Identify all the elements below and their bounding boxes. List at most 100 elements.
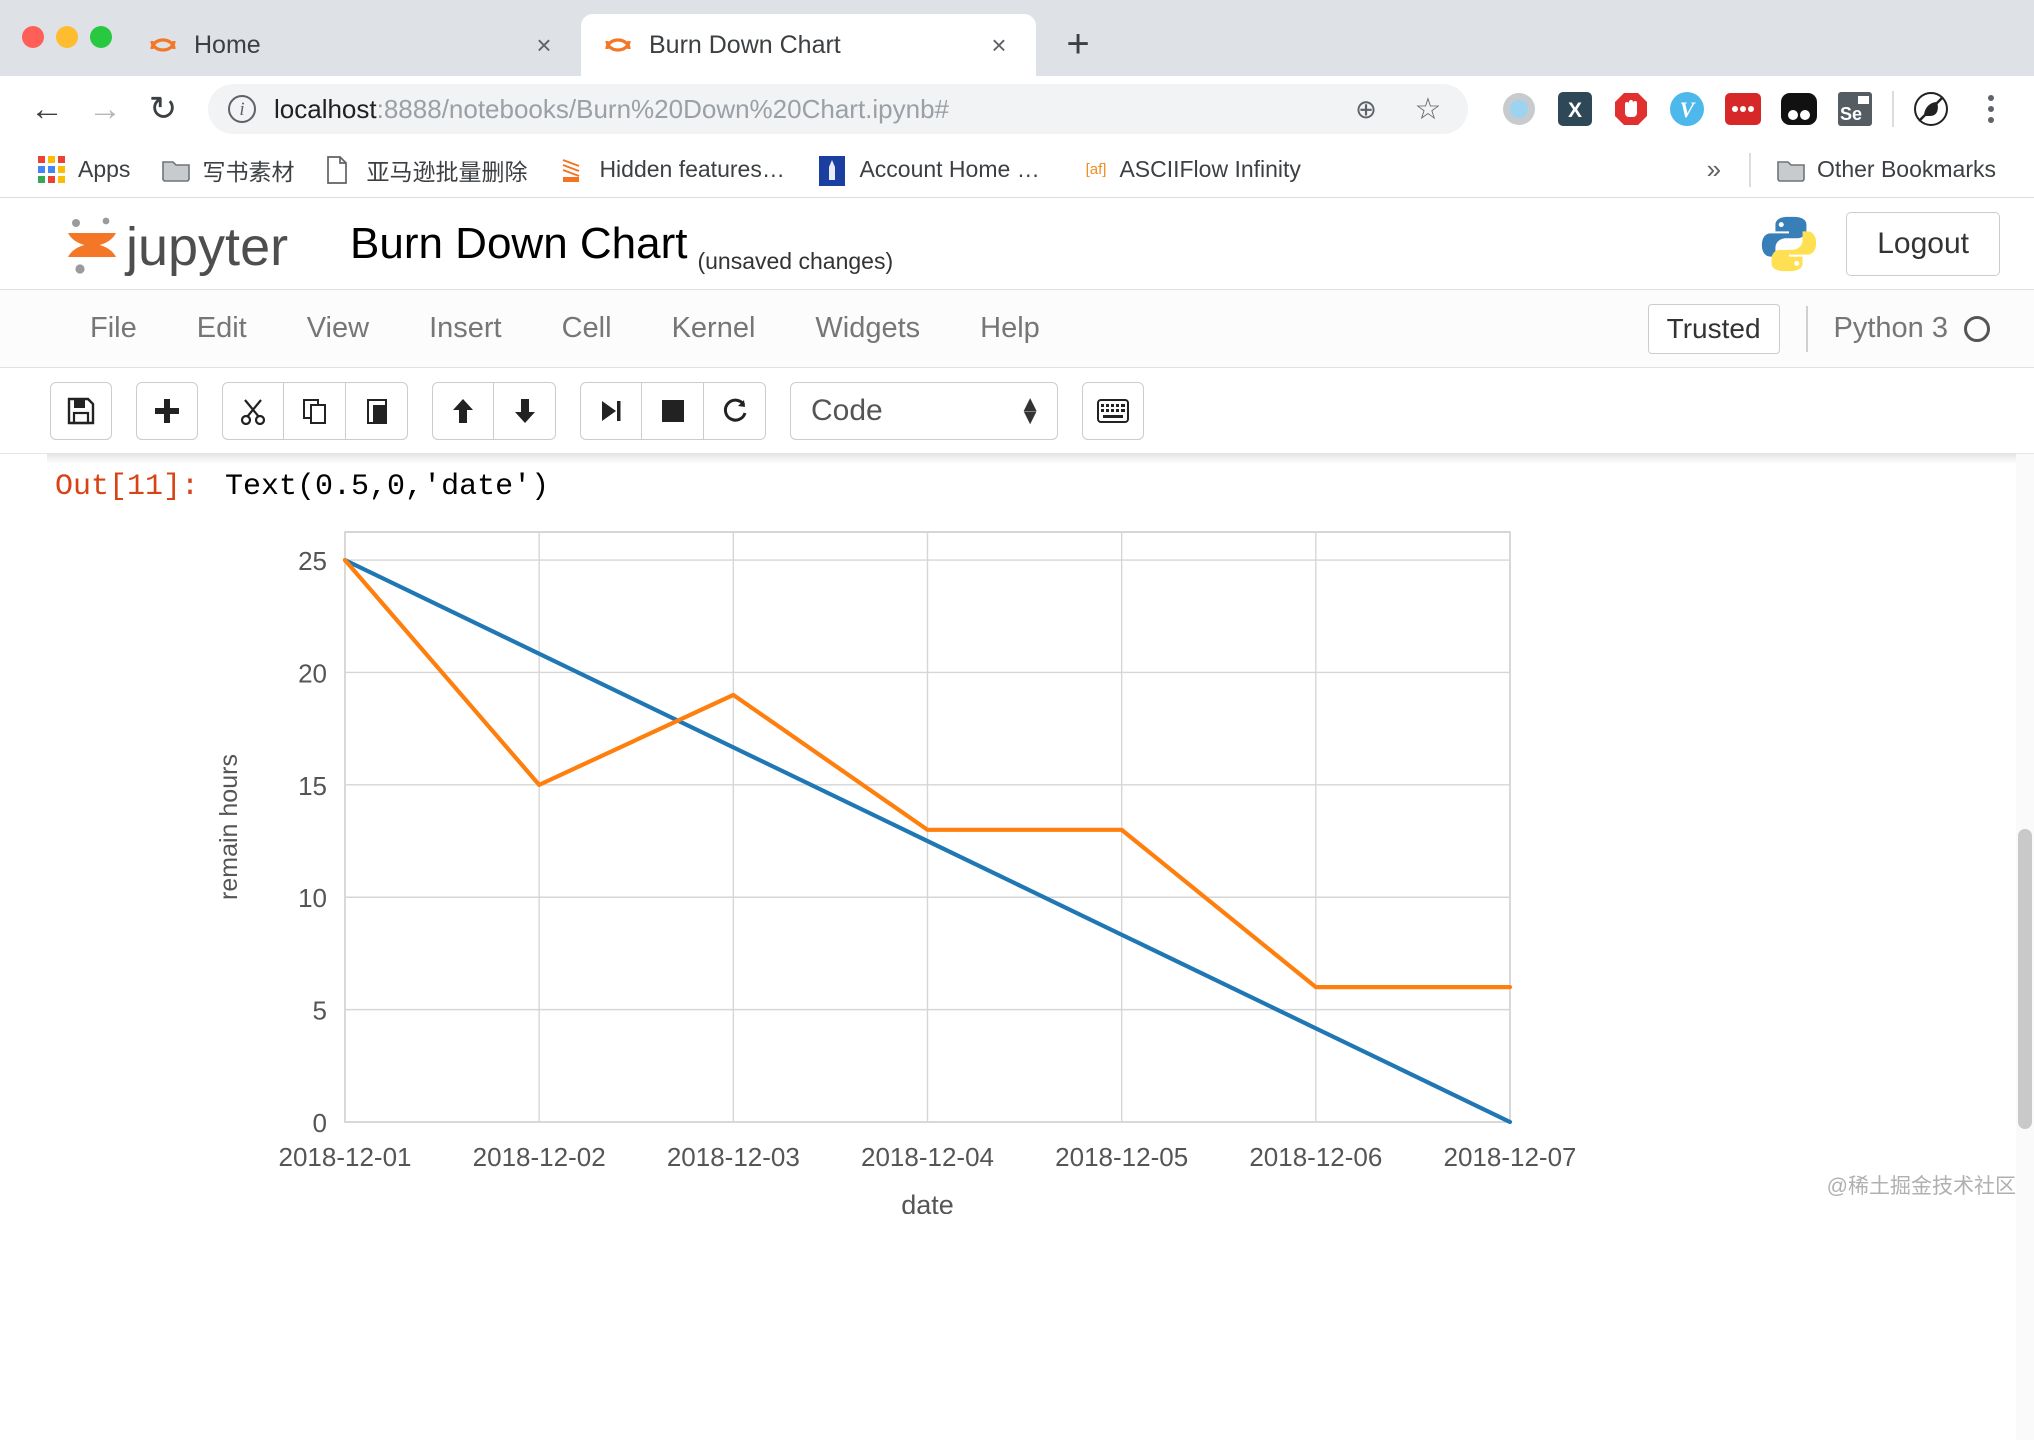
bookmark-asciiflow[interactable]: [af] ASCIIFlow Infinity [1063, 150, 1317, 190]
back-icon[interactable]: ← [20, 82, 74, 136]
bookmark-label: Apps [78, 156, 131, 182]
x-extension-icon[interactable]: X [1556, 90, 1594, 128]
adblock-hand-icon[interactable] [1612, 90, 1650, 128]
burn-down-chart: 0 5 10 15 20 25 2018-12-01 2018-12-02 2018-12-03… [55, 514, 2034, 1214]
menu-kernel[interactable]: Kernel [642, 312, 786, 345]
minimize-window-button[interactable] [56, 26, 78, 48]
other-bookmarks-label: Other Bookmarks [1817, 156, 1996, 182]
feather-extension-icon[interactable] [1912, 90, 1950, 128]
paste-cell-button[interactable] [346, 381, 408, 440]
menu-edit[interactable]: Edit [167, 312, 277, 345]
folder-icon [1777, 156, 1805, 184]
x-tick-label: 2018-12-07 [1444, 1142, 1576, 1172]
chevron-updown-icon: ▲ ▼ [1019, 391, 1041, 429]
browser-toolbar: ← → ↻ i localhost:8888/notebooks/Burn%20… [0, 76, 2034, 142]
y-tick-label: 20 [298, 658, 327, 688]
copy-cell-button[interactable] [284, 381, 346, 440]
insert-cell-button[interactable] [136, 381, 198, 440]
site-info-icon[interactable]: i [228, 95, 256, 123]
bookmark-account-home[interactable]: Account Home Pa... [803, 150, 1063, 190]
svg-text:V: V [1680, 97, 1697, 122]
reload-icon[interactable]: ↻ [136, 82, 190, 136]
jupyter-logo[interactable]: jupyter [60, 207, 310, 281]
menu-cell[interactable]: Cell [532, 312, 642, 345]
bookmark-apps[interactable]: Apps [22, 150, 146, 190]
jupyter-header: jupyter Burn Down Chart (unsaved changes… [0, 198, 2034, 290]
jupyter-toolbar: Code ▲ ▼ [0, 368, 2034, 454]
menubar-divider [1805, 305, 1808, 352]
tab-strip: Home × Burn Down Chart × + [0, 0, 2034, 76]
move-cell-down-button[interactable] [494, 381, 556, 440]
menu-help[interactable]: Help [950, 312, 1070, 345]
save-group [50, 381, 112, 440]
scrollbar-thumb[interactable] [2018, 828, 2032, 1129]
af-icon: [af] [1079, 156, 1107, 184]
interrupt-kernel-button[interactable] [642, 381, 704, 440]
bookmark-label: 写书素材 [202, 158, 295, 185]
save-button[interactable] [50, 381, 112, 440]
output-prompt: Out[11]: [55, 470, 200, 504]
chart-svg: 0 5 10 15 20 25 2018-12-01 2018-12-02 2018-12-03… [215, 531, 1576, 1214]
v-extension-icon[interactable]: V [1668, 90, 1706, 128]
x-tick-label: 2018-12-06 [1249, 1142, 1382, 1172]
toolbar-divider [1892, 91, 1894, 127]
palette-group [1082, 381, 1144, 440]
vertical-scrollbar[interactable] [2016, 454, 2034, 1440]
orange-lines-icon [559, 156, 587, 184]
menu-widgets[interactable]: Widgets [785, 312, 950, 345]
red-dots-extension-icon[interactable] [1724, 90, 1762, 128]
menu-file[interactable]: File [60, 312, 167, 345]
bookmarks-bar: Apps 写书素材 亚马逊批量删除 Hidden features o... A… [0, 142, 2034, 198]
bookmark-folder-1[interactable]: 写书素材 [146, 147, 310, 193]
circle-extension-icon[interactable] [1500, 90, 1538, 128]
menu-view[interactable]: View [277, 312, 399, 345]
trusted-badge[interactable]: Trusted [1647, 303, 1780, 354]
x-tick-label: 2018-12-03 [667, 1142, 800, 1172]
run-group [580, 381, 766, 440]
zoom-window-button[interactable] [90, 26, 112, 48]
svg-text:Se: Se [1840, 104, 1862, 124]
notebook-output-area: Out[11]: Text(0.5,0,'date') 0 5 10 15 20 25 20… [0, 454, 2034, 1440]
other-bookmarks-button[interactable]: Other Bookmarks [1761, 150, 2012, 190]
close-icon[interactable]: × [527, 28, 561, 62]
tab-burn-down-chart[interactable]: Burn Down Chart × [581, 14, 1036, 76]
restart-kernel-button[interactable] [704, 381, 766, 440]
x-tick-label: 2018-12-02 [473, 1142, 606, 1172]
bookmarks-overflow-button[interactable]: » [1689, 154, 1739, 185]
python-logo-icon [1758, 213, 1820, 275]
move-group [432, 381, 556, 440]
svg-text:[af]: [af] [1086, 161, 1107, 178]
kernel-busy-indicator-icon[interactable] [1964, 315, 1990, 342]
bookmark-star-icon[interactable]: ☆ [1408, 89, 1448, 129]
selenium-extension-icon[interactable]: Se [1836, 90, 1874, 128]
move-cell-up-button[interactable] [432, 381, 494, 440]
cell-type-select[interactable]: Code ▲ ▼ [790, 381, 1058, 440]
run-cell-button[interactable] [580, 381, 642, 440]
new-tab-button[interactable]: + [1052, 18, 1104, 70]
folder-icon [162, 156, 191, 184]
close-window-button[interactable] [22, 26, 44, 48]
browser-menu-icon[interactable] [1968, 86, 2014, 132]
logout-button[interactable]: Logout [1846, 211, 2000, 276]
notebook-title[interactable]: Burn Down Chart [350, 219, 687, 269]
cut-cell-button[interactable] [222, 381, 284, 440]
tab-home[interactable]: Home × [126, 14, 581, 76]
command-palette-button[interactable] [1082, 381, 1144, 440]
zoom-icon[interactable]: ⊕ [1346, 89, 1386, 129]
close-icon[interactable]: × [982, 28, 1016, 62]
two-dots-extension-icon[interactable] [1780, 90, 1818, 128]
y-tick-label: 25 [298, 546, 327, 576]
y-tick-label: 5 [313, 996, 327, 1026]
y-tick-label: 15 [298, 771, 327, 801]
forward-icon[interactable]: → [78, 82, 132, 136]
bookmark-hidden-features[interactable]: Hidden features o... [543, 150, 803, 190]
address-bar[interactable]: i localhost:8888/notebooks/Burn%20Down%2… [208, 84, 1468, 134]
bookmark-label: Hidden features o... [599, 156, 788, 182]
x-axis-label: date [901, 1190, 954, 1214]
bookmark-label: ASCIIFlow Infinity [1119, 156, 1301, 182]
bookmark-page-1[interactable]: 亚马逊批量删除 [310, 147, 543, 193]
x-tick-label: 2018-12-01 [279, 1142, 412, 1172]
svg-text:jupyter: jupyter [124, 217, 288, 277]
menu-insert[interactable]: Insert [399, 312, 532, 345]
page-icon [326, 155, 354, 184]
